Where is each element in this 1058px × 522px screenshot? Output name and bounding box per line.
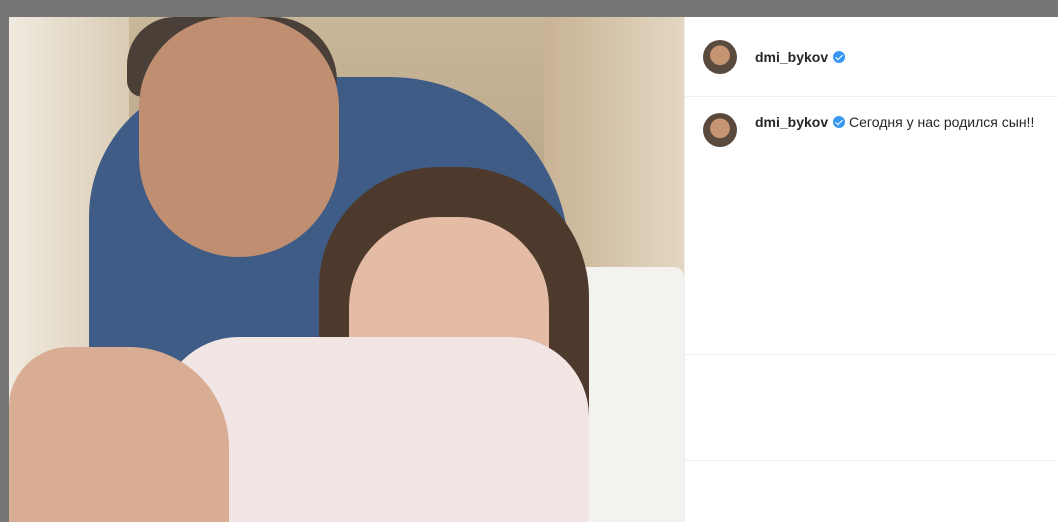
caption-avatar[interactable] (703, 113, 737, 147)
post-photo[interactable] (9, 17, 684, 522)
section-divider (685, 354, 1058, 355)
caption-username[interactable]: dmi_bykov (755, 114, 828, 130)
caption-verified-badge-icon (833, 116, 846, 128)
author-username[interactable]: dmi_bykov (755, 49, 828, 65)
section-divider (685, 460, 1058, 461)
caption-text-block: dmi_bykov Сегодня у нас родился сын!! (755, 112, 1035, 147)
photo-woman-arm (9, 347, 229, 522)
post-sidebar: dmi_bykov dmi_bykov Сегодня у нас родилс… (684, 17, 1058, 522)
caption-text: Сегодня у нас родился сын!! (849, 114, 1035, 130)
post-header: dmi_bykov (685, 17, 1058, 97)
photo-man-face (139, 17, 339, 257)
verified-badge-icon (833, 50, 846, 63)
author-avatar[interactable] (703, 39, 737, 74)
instagram-post: dmi_bykov dmi_bykov Сегодня у нас родилс… (9, 17, 1058, 522)
caption-comment: dmi_bykov Сегодня у нас родился сын!! (685, 97, 1058, 147)
